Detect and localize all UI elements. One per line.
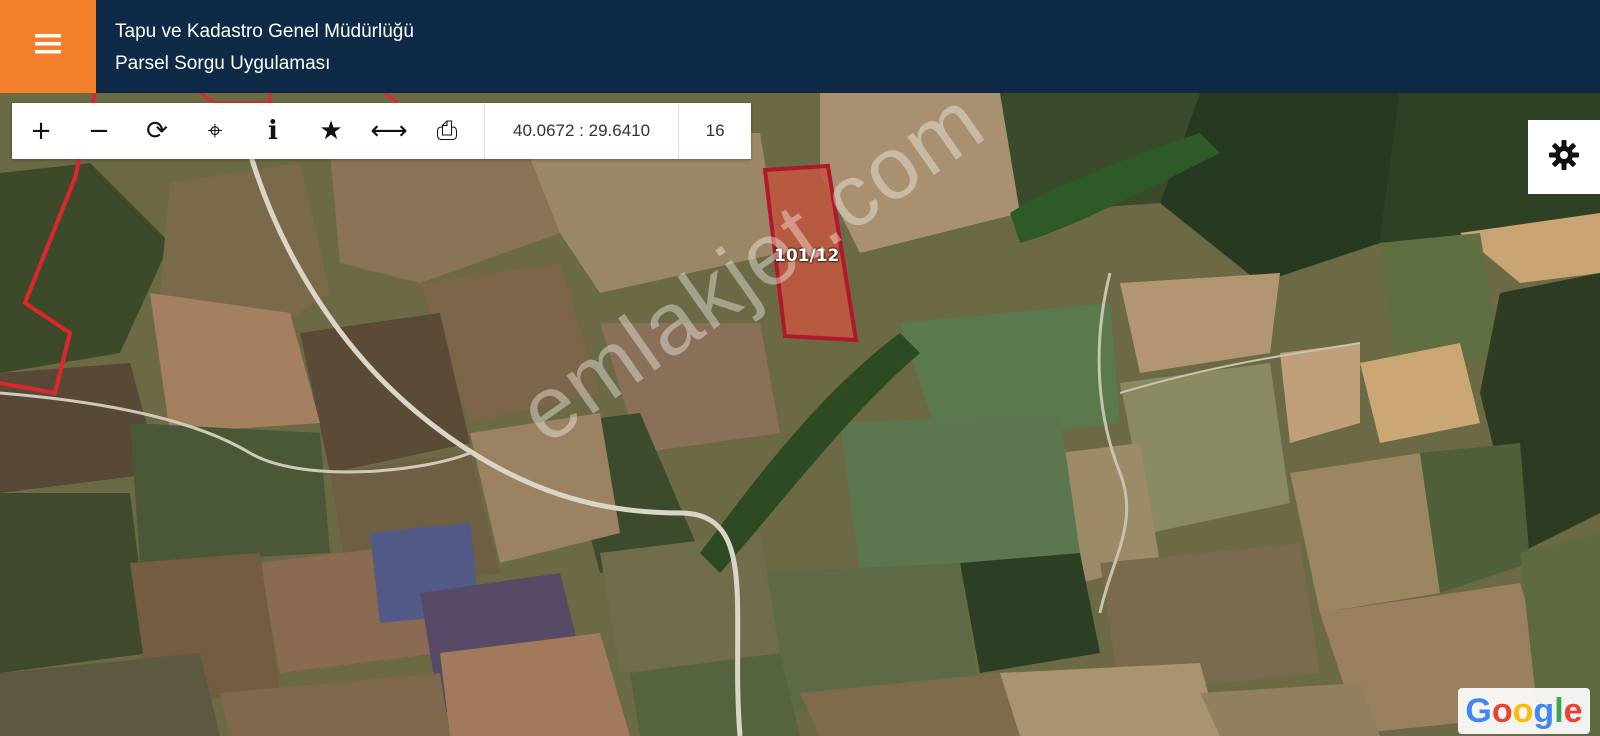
zoom-in-icon[interactable]: + xyxy=(12,103,70,159)
zoom-out-icon[interactable]: − xyxy=(70,103,128,159)
map-toolbar: + − ⟳ ⌖ i ★ ⟷ ⎙ 40.0672 : 29.6410 16 xyxy=(12,103,752,159)
refresh-icon[interactable]: ⟳ xyxy=(128,103,186,159)
settings-button[interactable] xyxy=(1528,120,1600,194)
measure-icon[interactable]: ⟷ xyxy=(360,103,418,159)
star-icon[interactable]: ★ xyxy=(302,103,360,159)
app-title: Tapu ve Kadastro Genel Müdürlüğü xyxy=(115,21,414,42)
hamburger-menu-icon xyxy=(35,33,61,60)
gear-icon xyxy=(1548,139,1580,176)
google-logo: Google xyxy=(1458,688,1590,734)
app-header: Tapu ve Kadastro Genel Müdürlüğü Parsel … xyxy=(0,0,1600,93)
coordinates-readout: 40.0672 : 29.6410 xyxy=(484,103,680,159)
zoom-level-readout: 16 xyxy=(705,121,725,140)
app-subtitle: Parsel Sorgu Uygulaması xyxy=(115,53,331,74)
print-icon[interactable]: ⎙ xyxy=(418,103,476,159)
locate-icon[interactable]: ⌖ xyxy=(186,103,244,159)
info-icon[interactable]: i xyxy=(244,103,302,159)
menu-button[interactable] xyxy=(0,0,96,93)
